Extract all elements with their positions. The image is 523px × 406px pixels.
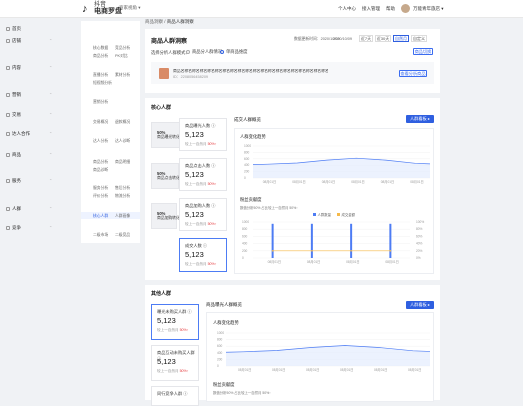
trend-y-tick: 400: [244, 163, 250, 167]
combo-point: [311, 250, 313, 252]
combo-y2-tick: 0%: [416, 256, 421, 260]
combo-x-tick: 08月01日: [268, 260, 281, 264]
combo-bar: [271, 223, 274, 258]
combo-x-tick: 08月01日: [346, 260, 359, 264]
combo-bar: [389, 223, 392, 258]
combo-y-tick: 200: [242, 249, 248, 253]
trend-x-tick: 08月01日: [351, 180, 364, 184]
combo-y2-tick: 40%: [416, 242, 423, 246]
combo-x-tick: 08月01日: [307, 260, 320, 264]
trend-x-tick: 08月01日: [410, 180, 423, 184]
trend-y-tick: 0: [244, 176, 246, 180]
trend-y-tick: 800: [244, 150, 250, 154]
combo-y-tick: 1000: [242, 220, 249, 224]
combo-y-tick: 400: [242, 242, 248, 246]
other-trend-x-tick: 08月01日: [408, 368, 421, 372]
combo-y2-tick: 80%: [416, 227, 423, 231]
combo-y-tick: 800: [242, 227, 248, 231]
trend-y-tick: 600: [244, 157, 250, 161]
other-trend-y-tick: 200: [217, 357, 223, 361]
trend-x-tick: 08月01日: [292, 180, 305, 184]
combo-bar: [310, 223, 313, 258]
trend-y-tick: 1000: [244, 144, 251, 148]
other-trend-y-tick: 400: [217, 351, 223, 355]
combo-x-tick: 08月01日: [385, 260, 398, 264]
other-trend-y-tick: 0: [217, 364, 219, 368]
combo-y2-tick: 20%: [416, 249, 423, 253]
combo-y2-tick: 100%: [416, 220, 424, 224]
other-trend-area: [226, 345, 430, 366]
combo-point: [271, 250, 274, 252]
combo-y2-tick: 60%: [416, 234, 423, 238]
other-trend-x-tick: 08月01日: [238, 368, 251, 372]
combo-y-tick: 600: [242, 234, 248, 238]
trend-x-tick: 08月01日: [322, 180, 335, 184]
combo-bar: [350, 223, 353, 258]
trend-x-tick: 08月01日: [263, 180, 276, 184]
combo-point: [389, 250, 392, 252]
trend-y-tick: 200: [244, 170, 250, 174]
trend-area: [253, 158, 430, 178]
other-trend-y-tick: 1000: [217, 331, 224, 335]
other-trend-x-tick: 08月01日: [374, 368, 387, 372]
other-trend-x-tick: 08月01日: [340, 368, 353, 372]
other-trend-y-tick: 800: [217, 338, 223, 342]
other-trend-x-tick: 08月01日: [272, 368, 285, 372]
trend-x-tick: 08月01日: [381, 180, 394, 184]
combo-y-tick: 0: [242, 256, 244, 260]
charts-layer: 1000 800 600 400 200 0 08月01日 08月01日 08月01日 08月01…: [217, 144, 431, 372]
combo-point: [350, 250, 352, 252]
other-trend-y-tick: 600: [217, 344, 223, 348]
other-trend-x-tick: 08月01日: [306, 368, 319, 372]
